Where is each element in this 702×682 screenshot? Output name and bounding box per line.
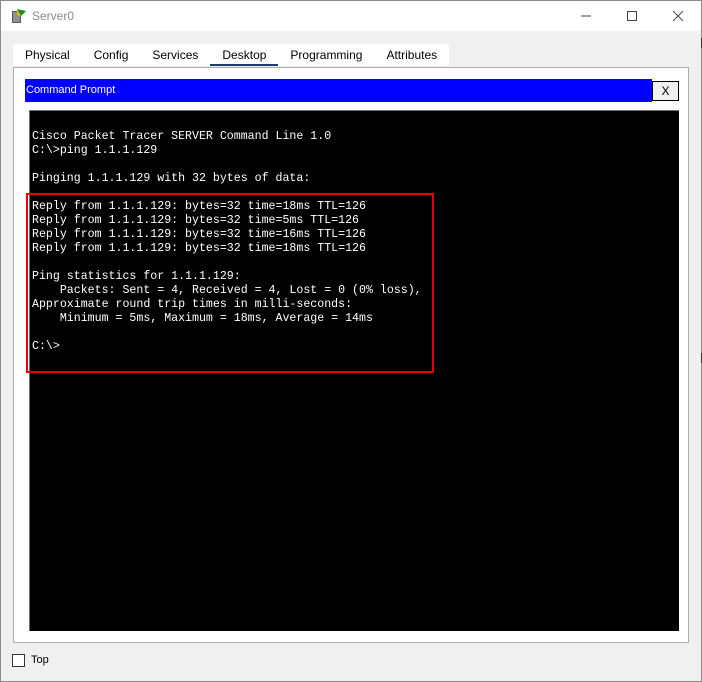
- tab-programming[interactable]: Programming: [278, 44, 375, 66]
- terminal-line: Reply from 1.1.1.129: bytes=32 time=16ms…: [32, 228, 366, 241]
- terminal-line: Packets: Sent = 4, Received = 4, Lost = …: [32, 284, 422, 297]
- tab-config[interactable]: Config: [81, 44, 141, 66]
- command-prompt-title-bar: Command Prompt: [25, 79, 652, 102]
- terminal-line: Reply from 1.1.1.129: bytes=32 time=5ms …: [32, 214, 359, 227]
- maximize-icon: [627, 11, 637, 21]
- terminal-line: Pinging 1.1.1.129 with 32 bytes of data:: [32, 172, 311, 185]
- title-bar[interactable]: Server0: [1, 1, 701, 31]
- desktop-pane: Command Prompt X Cisco Packet Tracer SER…: [13, 67, 689, 643]
- terminal-line: Cisco Packet Tracer SERVER Command Line …: [32, 130, 332, 143]
- terminal-line: Reply from 1.1.1.129: bytes=32 time=18ms…: [32, 200, 366, 213]
- terminal-output[interactable]: Cisco Packet Tracer SERVER Command Line …: [29, 110, 679, 631]
- tab-attributes[interactable]: Attributes: [374, 44, 450, 66]
- tab-physical[interactable]: Physical: [13, 44, 82, 66]
- window-title: Server0: [32, 9, 75, 23]
- packet-tracer-server-icon: [12, 9, 26, 23]
- terminal-prompt-line: C:\>: [32, 340, 60, 353]
- terminal-line: Approximate round trip times in milli-se…: [32, 298, 353, 311]
- terminal-line: Ping statistics for 1.1.1.129:: [32, 270, 241, 283]
- terminal-line: C:\>ping 1.1.1.129: [32, 144, 158, 157]
- top-checkbox-label: Top: [31, 654, 49, 666]
- server0-window: Server0 Physical Config Services Desktop…: [0, 0, 702, 682]
- minimize-button[interactable]: [563, 1, 609, 31]
- top-checkbox[interactable]: [12, 654, 25, 667]
- minimize-icon: [581, 15, 591, 17]
- tab-bar: Physical Config Services Desktop Program…: [13, 44, 450, 66]
- terminal-line: Reply from 1.1.1.129: bytes=32 time=18ms…: [32, 242, 366, 255]
- close-icon: [672, 10, 684, 22]
- close-button[interactable]: [655, 1, 701, 31]
- command-prompt-close-button[interactable]: X: [652, 81, 679, 101]
- tab-services[interactable]: Services: [140, 44, 211, 66]
- maximize-button[interactable]: [609, 1, 655, 31]
- tab-desktop[interactable]: Desktop: [210, 44, 279, 66]
- terminal-line: Minimum = 5ms, Maximum = 18ms, Average =…: [32, 312, 373, 325]
